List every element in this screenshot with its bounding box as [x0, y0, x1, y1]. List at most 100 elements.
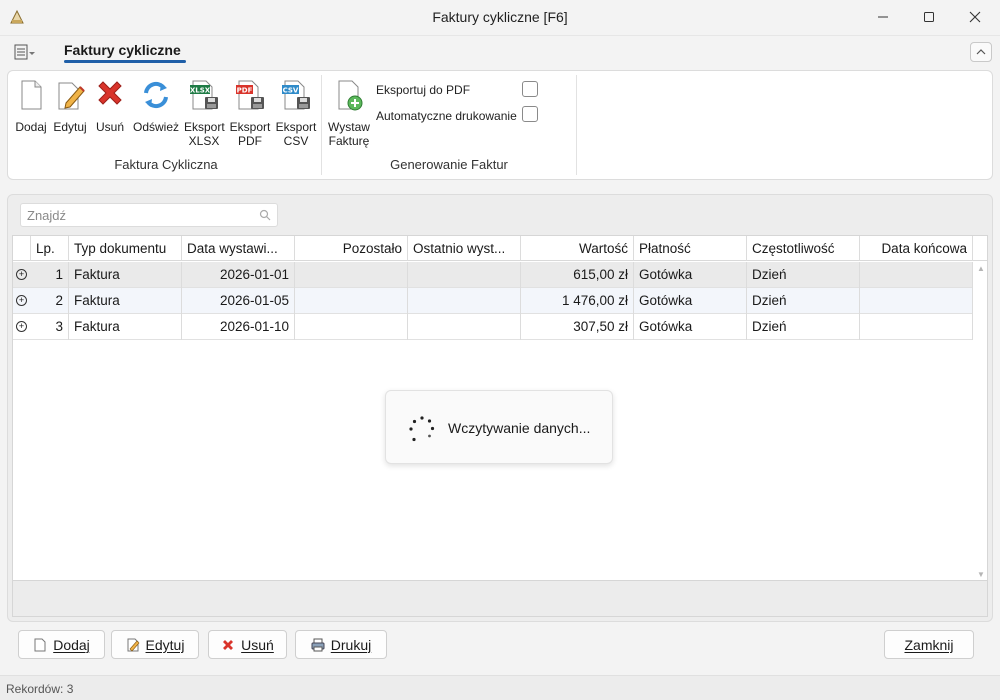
expand-cell[interactable]: +: [13, 262, 31, 288]
table-row[interactable]: + 2 Faktura 2026-01-05 1 476,00 zł Gotów…: [13, 288, 973, 314]
expand-cell[interactable]: +: [13, 314, 31, 340]
add-button-label: Dodaj: [53, 636, 90, 653]
ribbon-export-csv-button[interactable]: CSV Eksport CSV: [275, 79, 317, 148]
ribbon-export-csv-label2: CSV: [283, 134, 309, 148]
cell-ostatnio: [408, 288, 521, 314]
cell-czestotliwosc: Dzień: [747, 288, 860, 314]
cell-typ: Faktura: [69, 314, 182, 340]
cell-platnosc: Gotówka: [634, 262, 747, 288]
ribbon-export-xlsx-label2: XLSX: [188, 134, 220, 148]
add-button[interactable]: Dodaj: [18, 630, 105, 659]
cell-wartosc: 1 476,00 zł: [521, 288, 634, 314]
collapse-ribbon-button[interactable]: [970, 42, 992, 62]
expand-row-icon[interactable]: +: [16, 321, 27, 332]
header-pozostalo[interactable]: Pozostało: [295, 236, 408, 261]
ribbon-add-button[interactable]: Dodaj: [14, 79, 48, 134]
maximize-button[interactable]: [906, 0, 952, 34]
header-platnosc[interactable]: Płatność: [634, 236, 747, 261]
header-data-koncowa[interactable]: Data końcowa: [860, 236, 973, 261]
edit-document-icon: [58, 82, 85, 110]
loading-overlay: Wczytywanie danych...: [385, 390, 613, 464]
table-row[interactable]: + 3 Faktura 2026-01-10 307,50 zł Gotówka…: [13, 314, 973, 340]
ribbon-issue-label1: Wystaw: [328, 120, 370, 134]
ribbon-export-pdf-button[interactable]: PDF Eksport PDF: [229, 79, 271, 148]
header-ostatnio[interactable]: Ostatnio wyst...: [408, 236, 521, 261]
window-title: Faktury cykliczne [F6]: [432, 9, 568, 25]
scroll-down-arrow[interactable]: ▼: [976, 570, 986, 580]
grid-footer: [12, 581, 988, 617]
ribbon-refresh-label: Odśwież: [132, 120, 179, 134]
cell-czestotliwosc: Dzień: [747, 314, 860, 340]
ribbon-refresh-button[interactable]: Odśwież: [132, 79, 180, 134]
cell-ostatnio: [408, 262, 521, 288]
ribbon-export-pdf-label2: PDF: [238, 134, 262, 148]
delete-icon: [98, 81, 122, 105]
quick-menu-icon[interactable]: [14, 44, 36, 60]
ribbon-issue-label2: Fakturę: [328, 134, 370, 148]
ribbon-delete-label: Usuń: [95, 120, 124, 134]
cell-data-koncowa: [860, 262, 973, 288]
table-row[interactable]: + 1 Faktura 2026-01-01 615,00 zł Gotówka…: [13, 262, 973, 288]
xlsx-file-icon: XLSX: [190, 80, 218, 110]
print-button[interactable]: Drukuj: [295, 630, 387, 659]
issue-invoice-icon: [338, 80, 363, 111]
group-label-faktura-cykliczna: Faktura Cykliczna: [114, 157, 218, 172]
cell-data-koncowa: [860, 288, 973, 314]
print-button-label: Drukuj: [330, 636, 372, 653]
cell-lp: 2: [31, 288, 69, 314]
cell-typ: Faktura: [69, 288, 182, 314]
delete-button-label: Usuń: [241, 636, 274, 653]
cell-czestotliwosc: Dzień: [747, 262, 860, 288]
edit-button[interactable]: Edytuj: [111, 630, 199, 659]
ribbon-add-label: Dodaj: [15, 120, 47, 134]
scroll-up-arrow[interactable]: ▲: [976, 264, 986, 274]
header-czestotliwosc[interactable]: Częstotliwość: [747, 236, 860, 261]
edit-button-label: Edytuj: [145, 636, 185, 653]
header-typ[interactable]: Typ dokumentu: [69, 236, 182, 261]
close-window-button[interactable]: [952, 0, 998, 34]
delete-button[interactable]: Usuń: [208, 630, 287, 659]
tab-faktury-cykliczne[interactable]: Faktury cykliczne: [64, 42, 181, 58]
header-data[interactable]: Data wystawi...: [182, 236, 295, 261]
close-button-label: Zamknij: [904, 636, 954, 653]
ribbon-export-xlsx-label1: Eksport: [184, 120, 225, 134]
group-label-generowanie-faktur: Generowanie Faktur: [390, 157, 508, 172]
loading-spinner-icon: [409, 416, 435, 442]
minimize-icon: [878, 16, 888, 18]
ribbon-panel: Dodaj Edytuj Usuń Odśwież XLSX Eksport X…: [7, 70, 993, 180]
expand-row-icon[interactable]: +: [16, 295, 27, 306]
printer-icon: [311, 638, 325, 651]
maximize-icon: [924, 12, 934, 22]
ribbon-delete-button[interactable]: Usuń: [94, 79, 126, 134]
chevron-up-icon: [976, 49, 986, 55]
minimize-button[interactable]: [860, 0, 906, 34]
expand-row-icon[interactable]: +: [16, 269, 27, 280]
cell-lp: 1: [31, 262, 69, 288]
edit-icon: [127, 638, 139, 651]
cell-data: 2026-01-01: [182, 262, 295, 288]
ribbon-issue-invoice-button[interactable]: Wystaw Fakturę: [326, 79, 372, 148]
cell-pozostalo: [295, 314, 408, 340]
title-bar: Faktury cykliczne [F6]: [0, 0, 1000, 36]
header-lp[interactable]: Lp.: [31, 236, 69, 261]
ribbon-edit-button[interactable]: Edytuj: [52, 79, 88, 134]
search-input[interactable]: [27, 208, 247, 223]
auto-print-checkbox[interactable]: [522, 106, 538, 122]
expand-cell[interactable]: +: [13, 288, 31, 314]
close-button[interactable]: Zamknij: [884, 630, 974, 659]
group-separator: [576, 75, 577, 175]
ribbon-export-xlsx-button[interactable]: XLSX Eksport XLSX: [184, 79, 225, 148]
cell-typ: Faktura: [69, 262, 182, 288]
search-box: [20, 203, 278, 227]
cell-data-koncowa: [860, 314, 973, 340]
ribbon-edit-label: Edytuj: [53, 120, 87, 134]
active-tab-indicator: [64, 60, 186, 63]
search-icon[interactable]: [259, 209, 271, 221]
export-pdf-checkbox[interactable]: [522, 81, 538, 97]
cell-pozostalo: [295, 288, 408, 314]
svg-text:CSV: CSV: [283, 86, 299, 94]
new-document-icon: [34, 638, 46, 651]
loading-text: Wczytywanie danych...: [448, 420, 591, 436]
header-wartosc[interactable]: Wartość: [521, 236, 634, 261]
cell-ostatnio: [408, 314, 521, 340]
